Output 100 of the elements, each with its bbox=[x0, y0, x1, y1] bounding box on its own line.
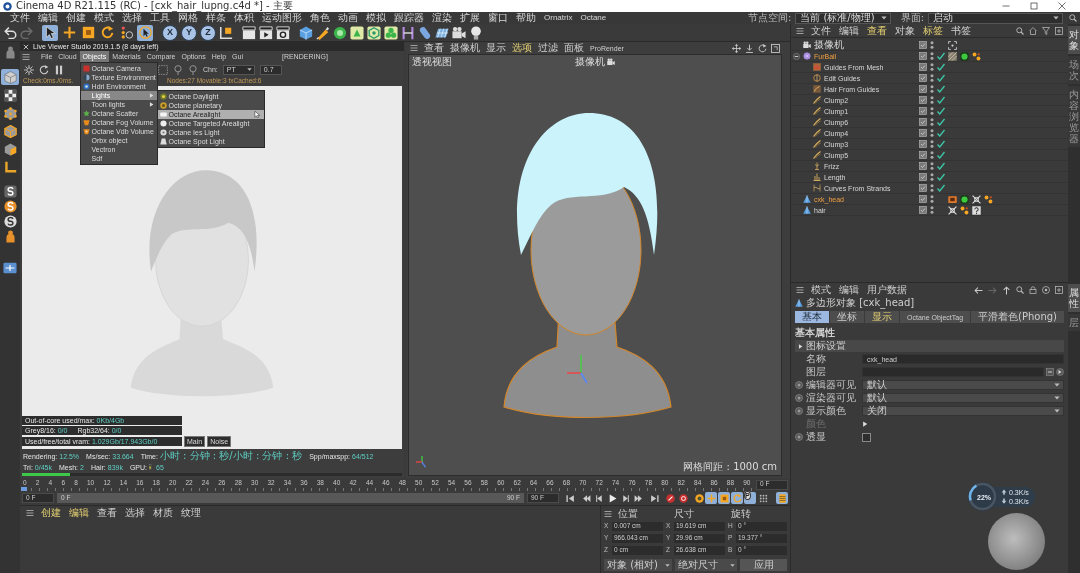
move-arrows-icon[interactable] bbox=[732, 43, 741, 53]
menu-item[interactable]: 查看 bbox=[863, 25, 891, 36]
cross-tag-icon[interactable] bbox=[972, 194, 981, 204]
menu-item[interactable]: 模拟 bbox=[362, 13, 390, 23]
disc-tag-icon[interactable] bbox=[960, 194, 969, 204]
menu-icon[interactable] bbox=[604, 509, 612, 518]
tool-button[interactable] bbox=[42, 24, 58, 41]
two-dots-icon[interactable] bbox=[930, 162, 934, 170]
frame-tag-icon[interactable] bbox=[948, 194, 957, 204]
two-dots-icon[interactable] bbox=[930, 140, 934, 148]
tab[interactable]: 平滑着色(Phong) bbox=[971, 311, 1064, 323]
menu-item[interactable]: 模式 bbox=[807, 285, 835, 295]
skip-end-icon[interactable] bbox=[650, 493, 659, 503]
dropdown[interactable]: 默认 bbox=[862, 393, 1064, 403]
check-icon[interactable] bbox=[937, 173, 945, 181]
s-circle-icon[interactable] bbox=[3, 200, 17, 213]
tab[interactable]: 显示 bbox=[865, 311, 899, 323]
record-ring-icon[interactable] bbox=[679, 493, 688, 503]
s-circle-icon[interactable] bbox=[3, 215, 17, 228]
apply-button[interactable]: 应用 bbox=[740, 559, 787, 571]
side-tab[interactable]: 属性 bbox=[1068, 284, 1080, 312]
play-circle-icon[interactable] bbox=[1056, 368, 1064, 376]
menu-item[interactable]: 动画 bbox=[334, 13, 362, 23]
two-dots-icon[interactable] bbox=[930, 52, 934, 60]
check-icon[interactable] bbox=[937, 63, 945, 71]
expand-arrow-icon[interactable] bbox=[862, 421, 868, 427]
side-tab[interactable]: 内容浏览器 bbox=[1068, 86, 1080, 147]
key-toggle-button[interactable] bbox=[776, 492, 788, 504]
clapperboard-icon[interactable] bbox=[276, 25, 290, 40]
menu-item[interactable]: 帮助 bbox=[512, 13, 540, 23]
cross-tag-icon[interactable] bbox=[948, 205, 957, 215]
menu-item[interactable]: Octane bbox=[576, 14, 611, 22]
axis-lock-button[interactable]: Z bbox=[200, 24, 216, 41]
two-dots-icon[interactable] bbox=[930, 206, 934, 214]
expand-arrow-icon[interactable] bbox=[798, 343, 803, 349]
keyframe-button-icon[interactable] bbox=[795, 407, 803, 415]
menu-item[interactable]: 过滤 bbox=[535, 43, 561, 53]
menu-icon[interactable] bbox=[410, 44, 418, 52]
s-tile-icon[interactable] bbox=[3, 185, 17, 198]
dots-tag-icon[interactable] bbox=[972, 51, 981, 61]
menu-item[interactable]: 扩展 bbox=[456, 13, 484, 23]
menu-item[interactable]: 文件 bbox=[807, 25, 835, 36]
side-tab[interactable]: 层 bbox=[1068, 314, 1080, 331]
menu-item[interactable]: 编辑 bbox=[835, 285, 863, 295]
menu-icon[interactable] bbox=[796, 26, 804, 35]
menu-item[interactable]: 模式 bbox=[90, 13, 118, 23]
back-arrow-icon[interactable] bbox=[974, 285, 983, 295]
light-bulb-icon[interactable] bbox=[469, 25, 483, 40]
check-icon[interactable] bbox=[937, 129, 945, 137]
check-icon[interactable] bbox=[937, 184, 945, 192]
tool-button[interactable] bbox=[61, 24, 77, 41]
plus-tile-icon[interactable] bbox=[3, 261, 17, 275]
menu-item[interactable]: 样条 bbox=[202, 13, 230, 23]
menu-item[interactable]: 显示 bbox=[483, 43, 509, 53]
tool-button[interactable] bbox=[80, 24, 96, 41]
two-dots-icon[interactable] bbox=[930, 129, 934, 137]
sun-icon[interactable] bbox=[24, 64, 34, 75]
step-forward-icon[interactable] bbox=[621, 493, 630, 503]
side-tab[interactable]: 场次 bbox=[1068, 56, 1080, 84]
pen-icon[interactable] bbox=[316, 25, 330, 40]
menu-item[interactable]: 选择 bbox=[118, 13, 146, 23]
menu-item[interactable]: 渲染 bbox=[428, 13, 456, 23]
menu-item[interactable]: 运动图形 bbox=[258, 13, 306, 23]
tab[interactable]: 基本 bbox=[795, 311, 829, 323]
search-icon[interactable] bbox=[1016, 285, 1024, 294]
rotate-icon[interactable] bbox=[758, 43, 767, 53]
question-tag-icon[interactable] bbox=[972, 205, 981, 215]
two-dots-icon[interactable] bbox=[930, 63, 934, 71]
dropdown[interactable]: 默认 bbox=[862, 380, 1064, 390]
triangle-tile-icon[interactable] bbox=[350, 25, 364, 40]
lock-icon[interactable] bbox=[1029, 285, 1037, 294]
home-icon[interactable] bbox=[1029, 26, 1037, 35]
menu-item[interactable]: 文件 bbox=[6, 13, 34, 23]
menu-item[interactable]: 编辑 bbox=[65, 508, 93, 518]
two-dots-icon[interactable] bbox=[930, 151, 934, 159]
filter-icon[interactable] bbox=[1042, 26, 1050, 35]
skip-start-icon[interactable] bbox=[566, 493, 575, 503]
group-header[interactable]: 图标设置 bbox=[795, 340, 1064, 352]
search-icon[interactable] bbox=[1016, 26, 1024, 35]
hatched-tag-icon[interactable] bbox=[948, 51, 957, 61]
menu-item[interactable]: 纹理 bbox=[177, 508, 205, 518]
two-dots-icon[interactable] bbox=[930, 118, 934, 126]
menu-item[interactable]: 创建 bbox=[62, 13, 90, 23]
dropdown[interactable]: 关闭 bbox=[862, 406, 1064, 416]
tab[interactable]: 坐标 bbox=[830, 311, 864, 323]
mode-dropdown[interactable]: 绝对尺寸 bbox=[675, 559, 737, 571]
circles-tile-icon[interactable] bbox=[384, 25, 398, 40]
check-icon[interactable] bbox=[937, 52, 945, 60]
check-icon[interactable] bbox=[937, 85, 945, 93]
menu-item[interactable]: 角色 bbox=[306, 13, 334, 23]
camera-icon[interactable] bbox=[452, 25, 466, 40]
play-icon[interactable] bbox=[608, 493, 617, 503]
region-icon[interactable] bbox=[158, 64, 168, 75]
pin-icon[interactable] bbox=[173, 64, 183, 75]
check-icon[interactable] bbox=[937, 151, 945, 159]
key-toggle-button[interactable] bbox=[757, 492, 769, 504]
hexagon-tile-icon[interactable] bbox=[367, 25, 381, 40]
dots-tag-icon[interactable] bbox=[960, 205, 969, 215]
two-dots-icon[interactable] bbox=[930, 195, 934, 203]
menu-item[interactable]: 书签 bbox=[947, 25, 975, 36]
